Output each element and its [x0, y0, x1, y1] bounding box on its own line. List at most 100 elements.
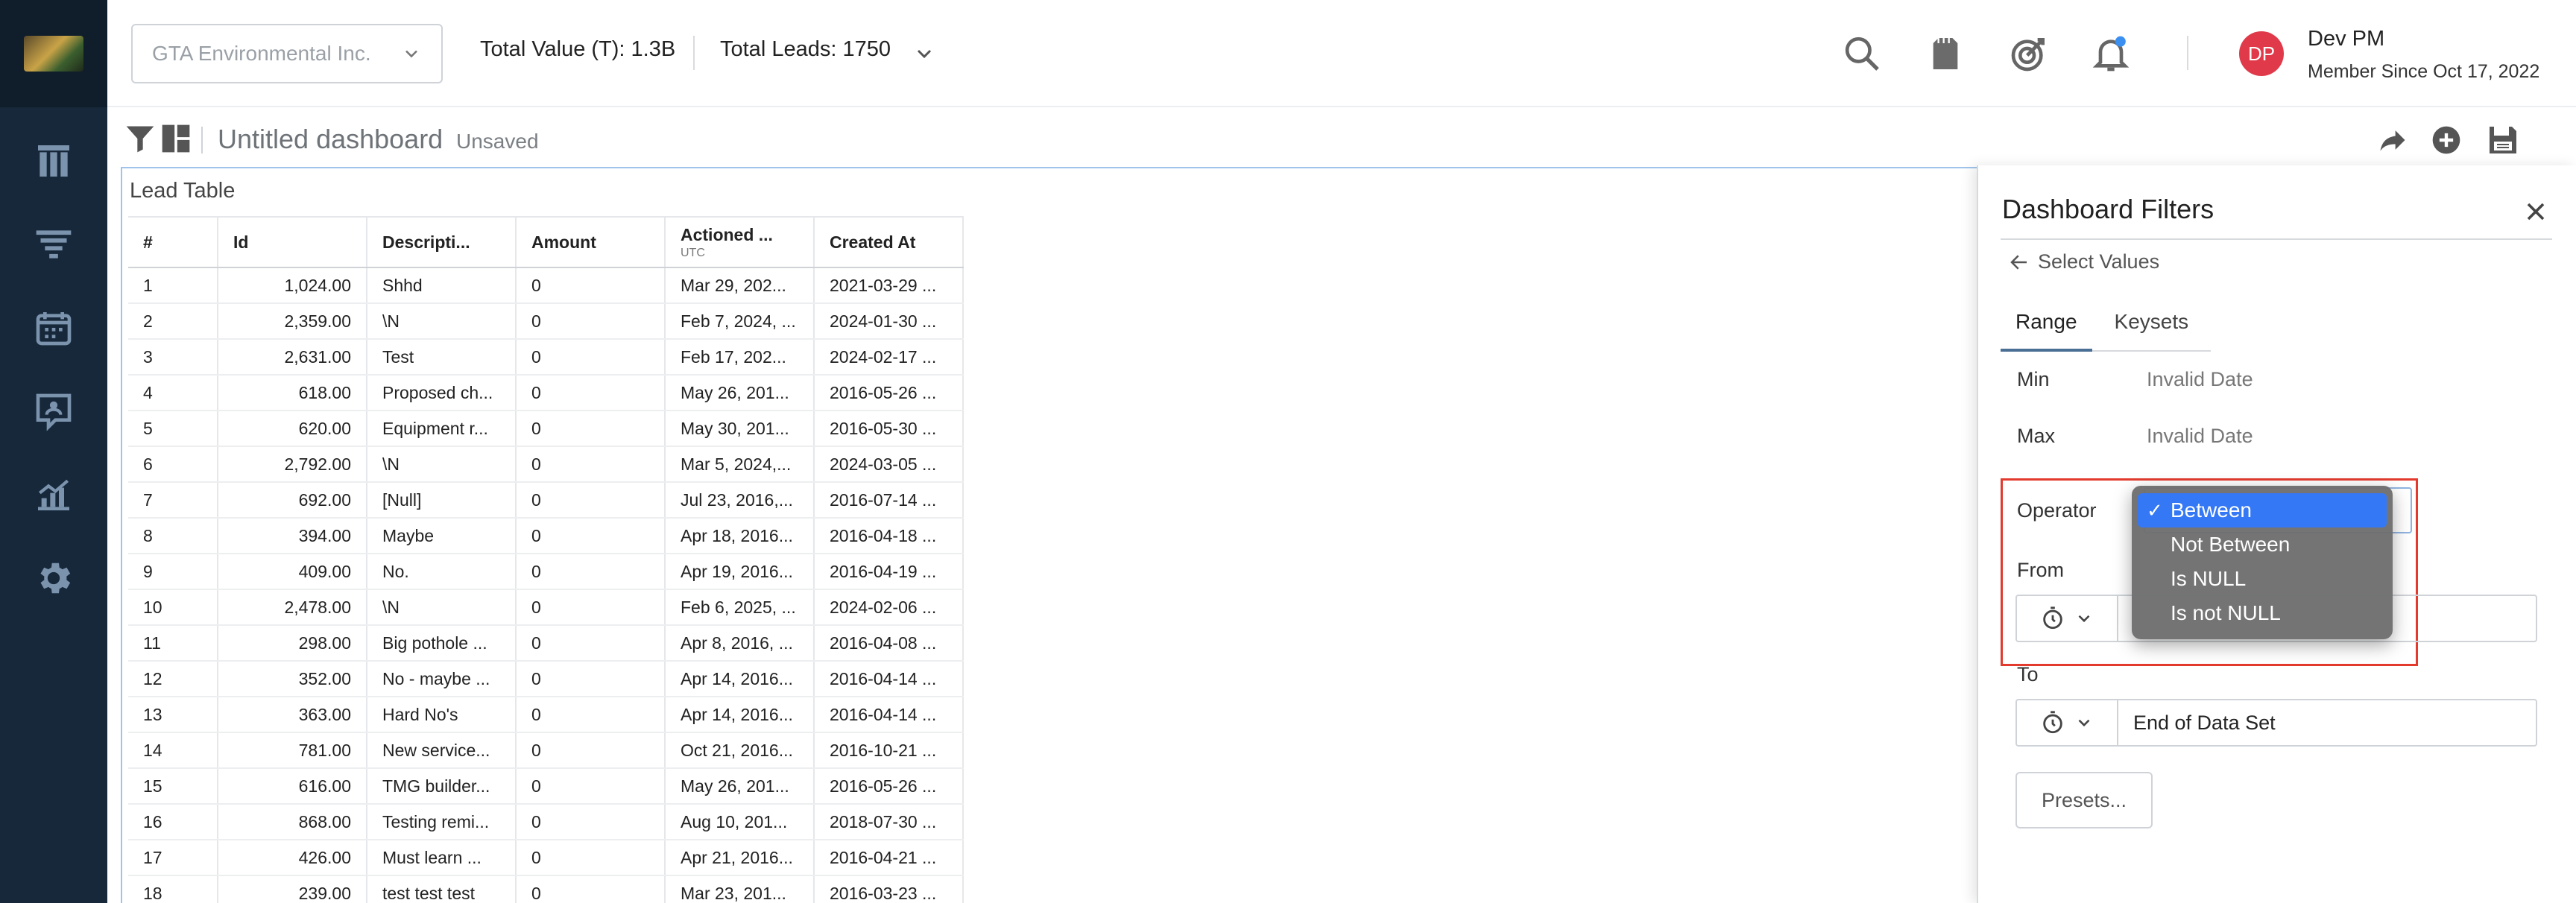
table-row[interactable]: 15 616.00 TMG builder... 0 May 26, 201... 201… — [128, 768, 964, 805]
table-row[interactable]: 16 868.00 Testing remi... 0 Aug 10, 201... 20… — [128, 804, 964, 840]
table-cell: 2016-04-08 ... — [814, 625, 964, 662]
table-cell: 426.00 — [218, 840, 367, 876]
filter-icon[interactable] — [124, 122, 157, 155]
table-row[interactable]: 2 2,359.00 \N 0 Feb 7, 2024, ... 2024-01-30 .… — [128, 303, 964, 340]
save-icon[interactable] — [2485, 122, 2521, 158]
table-cell: \N — [367, 446, 517, 483]
table-cell: Proposed ch... — [367, 375, 517, 411]
table-cell: 17 — [128, 840, 218, 876]
table-row[interactable]: 14 781.00 New service... 0 Oct 21, 2016... 20… — [128, 732, 964, 769]
tab-keysets[interactable]: Keysets — [2092, 301, 2212, 352]
presets-button[interactable]: Presets... — [2015, 772, 2153, 828]
table-row[interactable]: 3 2,631.00 Test 0 Feb 17, 202... 2024-02-17 .… — [128, 339, 964, 376]
tab-range[interactable]: Range — [2001, 301, 2092, 352]
from-label: From — [2017, 559, 2064, 581]
nav-item-dashboards[interactable] — [0, 119, 107, 203]
stats-chevron-down-icon[interactable] — [912, 42, 936, 66]
member-since: Member Since Oct 17, 2022 — [2308, 61, 2540, 82]
table-row[interactable]: 13 363.00 Hard No's 0 Apr 14, 2016... 2016-04… — [128, 697, 964, 733]
calendar-icon — [36, 312, 72, 346]
logo-area[interactable] — [0, 0, 107, 107]
nav-item-calendar[interactable] — [0, 286, 107, 370]
operator-option-is-not-null[interactable]: Is not NULL — [2138, 596, 2387, 630]
table-cell: 2016-04-18 ... — [814, 518, 964, 554]
column-header-number[interactable]: # — [128, 216, 218, 268]
avatar[interactable]: DP — [2239, 31, 2284, 76]
table-cell: 2024-03-05 ... — [814, 446, 964, 483]
dashboard-title[interactable]: Untitled dashboard — [218, 124, 443, 155]
table-row[interactable]: 12 352.00 No - maybe ... 0 Apr 14, 2016... 20… — [128, 661, 964, 697]
table-row[interactable]: 8 394.00 Maybe 0 Apr 18, 2016... 2016-04-18 .… — [128, 518, 964, 554]
select-values-back-link[interactable]: Select Values — [2008, 250, 2159, 273]
operator-option-not-between[interactable]: Not Between — [2138, 527, 2387, 562]
table-cell: May 26, 201... — [665, 375, 815, 411]
add-icon[interactable] — [2430, 124, 2463, 156]
table-cell: 0 — [516, 339, 666, 376]
layout-icon[interactable] — [160, 122, 192, 155]
table-row[interactable]: 1 1,024.00 Shhd 0 Mar 29, 202... 2021-03-29 .… — [128, 267, 964, 304]
table-row[interactable]: 6 2,792.00 \N 0 Mar 5, 2024,... 2024-03-05 ..… — [128, 446, 964, 483]
column-header-amount[interactable]: Amount — [516, 216, 666, 268]
table-row[interactable]: 11 298.00 Big pothole ... 0 Apr 8, 2016, ...… — [128, 625, 964, 662]
operator-option-between[interactable]: ✓ Between — [2138, 493, 2387, 527]
table-cell: 2016-04-14 ... — [814, 697, 964, 733]
nav-item-reports[interactable] — [0, 453, 107, 536]
table-cell: 0 — [516, 625, 666, 662]
nav-item-funnel[interactable] — [0, 203, 107, 286]
nav-item-settings[interactable] — [0, 536, 107, 620]
search-icon[interactable] — [1841, 33, 1883, 75]
column-header-actioned[interactable]: Actioned ... UTC — [665, 216, 815, 268]
table-cell: 1,024.00 — [218, 267, 367, 304]
table-row[interactable]: 7 692.00 [Null] 0 Jul 23, 2016,... 2016-07-14… — [128, 482, 964, 519]
table-row[interactable]: 5 620.00 Equipment r... 0 May 30, 201... 2016… — [128, 411, 964, 447]
to-date-field[interactable]: End of Data Set — [2015, 699, 2537, 747]
table-cell: No - maybe ... — [367, 661, 517, 697]
table-cell: 0 — [516, 446, 666, 483]
table-cell: Big pothole ... — [367, 625, 517, 662]
column-header-description[interactable]: Descripti... — [367, 216, 517, 268]
nav-item-contacts[interactable] — [0, 370, 107, 453]
to-date-value[interactable]: End of Data Set — [2118, 712, 2276, 735]
table-cell: 15 — [128, 768, 218, 805]
target-icon[interactable] — [2008, 33, 2050, 75]
column-header-id[interactable]: Id — [218, 216, 367, 268]
stopwatch-icon — [2043, 711, 2062, 734]
clipboard-icon[interactable] — [1925, 33, 1966, 75]
chevron-down-icon — [2078, 719, 2090, 727]
min-label: Min — [2017, 368, 2050, 390]
company-select[interactable]: GTA Environmental Inc. — [131, 24, 443, 83]
to-picker-toggle[interactable] — [2017, 700, 2118, 745]
table-row[interactable]: 18 239.00 test test test 0 Mar 23, 201... 201… — [128, 875, 964, 903]
table-row[interactable]: 10 2,478.00 \N 0 Feb 6, 2025, ... 2024-02-06 … — [128, 589, 964, 626]
lead-table: # Id Descripti... Amount Actioned ... UT… — [128, 216, 964, 903]
drawer-title: Dashboard Filters — [2002, 194, 2214, 224]
table-cell: Apr 8, 2016, ... — [665, 625, 815, 662]
table-cell: Maybe — [367, 518, 517, 554]
share-icon[interactable] — [2376, 124, 2409, 156]
close-icon[interactable] — [2521, 197, 2551, 226]
operator-option-label: Is not NULL — [2171, 601, 2281, 624]
table-cell: 2016-03-23 ... — [814, 875, 964, 903]
table-cell: 0 — [516, 768, 666, 805]
column-header-created-at[interactable]: Created At — [814, 216, 964, 268]
table-cell: 2016-04-21 ... — [814, 840, 964, 876]
table-cell: 0 — [516, 554, 666, 590]
operator-option-is-null[interactable]: Is NULL — [2138, 562, 2387, 596]
table-row[interactable]: 9 409.00 No. 0 Apr 19, 2016... 2016-04-19 ... — [128, 554, 964, 590]
table-cell: Mar 29, 202... — [665, 267, 815, 304]
total-leads-label: Total Leads: — [720, 37, 837, 61]
table-cell: test test test — [367, 875, 517, 903]
gear-icon — [40, 563, 71, 594]
from-picker-toggle[interactable] — [2017, 596, 2118, 641]
table-cell: Feb 7, 2024, ... — [665, 303, 815, 340]
table-cell: 5 — [128, 411, 218, 447]
table-row[interactable]: 17 426.00 Must learn ... 0 Apr 21, 2016... 20… — [128, 840, 964, 876]
header-divider — [693, 36, 695, 70]
table-row[interactable]: 4 618.00 Proposed ch... 0 May 26, 201... 2016… — [128, 375, 964, 411]
bell-icon[interactable] — [2090, 33, 2132, 75]
table-cell: 2,478.00 — [218, 589, 367, 626]
operator-label: Operator — [2017, 499, 2097, 522]
table-cell: Feb 17, 202... — [665, 339, 815, 376]
table-cell: 2,631.00 — [218, 339, 367, 376]
table-cell: 14 — [128, 732, 218, 769]
